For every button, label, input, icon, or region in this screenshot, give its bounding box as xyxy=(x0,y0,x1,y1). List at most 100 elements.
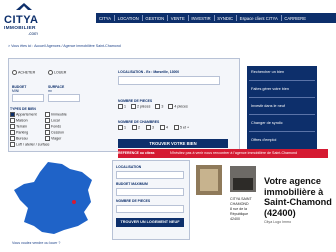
budget-min-label: MINI xyxy=(12,89,20,93)
side-menu-divider xyxy=(249,131,315,132)
france-map[interactable] xyxy=(12,160,104,238)
checkbox-icon[interactable] xyxy=(118,125,123,130)
checkbox-icon[interactable] xyxy=(45,124,50,129)
type-local[interactable]: Local xyxy=(45,118,60,123)
checkbox-icon[interactable] xyxy=(160,125,165,130)
agency-subtitle: Citya Lugo Immo xyxy=(264,220,292,224)
room-option-label: 4 pièces xyxy=(174,104,188,109)
main-navigation: CITYA LOCATION GESTION VENTE INVESTIR SY… xyxy=(96,13,336,23)
budget-input[interactable] xyxy=(12,94,44,102)
checkbox-icon[interactable] xyxy=(10,118,15,123)
bedroom-option[interactable]: 2 xyxy=(132,125,140,130)
type-label: Cession xyxy=(51,130,64,135)
radio-icon[interactable] xyxy=(12,70,17,75)
checkbox-icon[interactable] xyxy=(131,104,136,109)
logo-suffix: .com xyxy=(28,31,38,36)
side-menu-divider xyxy=(249,114,315,115)
room-option-label: 3 xyxy=(161,104,164,109)
side-menu-search[interactable]: Rechercher un bien xyxy=(251,70,284,74)
agency-photo xyxy=(196,165,222,195)
type-label: Viager xyxy=(51,136,62,141)
new-rooms-label: NOMBRE DE PIECES xyxy=(116,199,151,203)
nav-syndic[interactable]: SYNDIC xyxy=(214,16,236,21)
type-terrain[interactable]: Terrain xyxy=(10,124,27,129)
checkbox-icon[interactable] xyxy=(45,130,50,135)
type-parking[interactable]: Parking xyxy=(10,130,28,135)
surface-input[interactable] xyxy=(48,94,80,102)
nav-citya[interactable]: CITYA xyxy=(96,16,114,21)
side-menu-jobs[interactable]: Offres d'emploi xyxy=(251,138,276,142)
bedroom-option[interactable]: 3 xyxy=(146,125,154,130)
type-label: Appartement xyxy=(16,112,37,117)
bedroom-option[interactable]: 1 xyxy=(118,125,126,130)
type-bureau[interactable]: Bureau xyxy=(10,136,28,141)
checkbox-icon[interactable] xyxy=(10,130,15,135)
type-loft[interactable]: Loft / atelier / surface xyxy=(10,142,50,147)
address-line: 42400 xyxy=(230,217,240,221)
room-option-label: 2 pièces xyxy=(137,104,151,109)
bedroom-option[interactable]: 4 xyxy=(160,125,168,130)
nav-espace-client[interactable]: Espace client CITYA xyxy=(237,16,281,21)
checkbox-icon[interactable] xyxy=(45,118,50,123)
checkbox-icon[interactable] xyxy=(10,136,15,141)
type-maison[interactable]: Maison xyxy=(10,118,28,123)
bedroom-option-label: 2 xyxy=(138,125,140,130)
rooms-options: 1 2 pièces 3 4 pièces xyxy=(118,104,188,109)
checkbox-icon[interactable] xyxy=(155,104,161,109)
radio-icon[interactable] xyxy=(48,70,53,75)
nav-location[interactable]: LOCATION xyxy=(115,16,142,21)
radio-rent[interactable]: LOUER xyxy=(48,70,66,75)
type-viager[interactable]: Viager xyxy=(45,136,61,141)
agency-storefront-photo xyxy=(230,166,256,192)
agency-photo-window xyxy=(200,169,218,191)
type-appartement[interactable]: Appartement xyxy=(10,112,37,117)
citya-logo[interactable]: CITYA IMMOBILIER .com xyxy=(4,2,44,37)
location-input[interactable] xyxy=(118,76,220,85)
side-menu-divider xyxy=(249,80,315,81)
bedroom-option-label: 3 xyxy=(152,125,154,130)
checkbox-icon[interactable] xyxy=(174,125,179,130)
nav-carriere[interactable]: CARRIERE xyxy=(281,16,309,21)
checkbox-icon[interactable] xyxy=(45,136,50,141)
storefront-door xyxy=(233,178,253,190)
room-option[interactable]: 1 xyxy=(118,104,126,109)
bedroom-option[interactable]: 5 et + xyxy=(174,125,189,130)
nav-gestion[interactable]: GESTION xyxy=(142,16,167,21)
checkbox-icon[interactable] xyxy=(168,104,174,109)
radio-buy[interactable]: ACHETER xyxy=(12,70,35,75)
checkbox-icon[interactable] xyxy=(10,142,15,147)
checkbox-checked-icon[interactable] xyxy=(10,112,15,117)
checkbox-icon[interactable] xyxy=(10,124,15,129)
checkbox-icon[interactable] xyxy=(45,112,50,117)
find-new-housing-button[interactable]: TROUVER UN LOGEMENT NEUF xyxy=(116,218,184,227)
checkbox-icon[interactable] xyxy=(118,104,123,109)
new-budget-label: BUDGET MAXIMUM xyxy=(116,182,148,186)
room-option-label: 1 xyxy=(124,104,126,109)
type-cession[interactable]: Cession xyxy=(45,130,64,135)
sell-or-rent-link[interactable]: Vous voulez vendre ou louer ? xyxy=(12,241,60,245)
agency-title-line: Saint-Chamond xyxy=(264,197,332,207)
room-option[interactable]: 3 xyxy=(155,104,163,109)
checkbox-icon[interactable] xyxy=(132,125,137,130)
nav-investir[interactable]: INVESTIR xyxy=(188,16,213,21)
side-menu-syndic[interactable]: Changer de syndic xyxy=(251,121,283,125)
new-location-input[interactable] xyxy=(116,171,184,179)
room-option[interactable]: 2 pièces xyxy=(131,104,150,109)
find-property-button[interactable]: TROUVER VOTRE BIEN xyxy=(118,139,228,148)
type-immeuble[interactable]: Immeuble xyxy=(45,112,67,117)
bedrooms-options: 1 2 3 4 5 et + xyxy=(118,125,189,130)
radio-buy-label: ACHETER xyxy=(18,70,36,75)
new-budget-input[interactable] xyxy=(116,188,184,196)
side-menu-invest[interactable]: Investir dans le neuf xyxy=(251,104,285,108)
breadcrumb[interactable]: > Vous êtes ici : Accueil Agences / Agen… xyxy=(8,44,121,48)
checkbox-icon[interactable] xyxy=(146,125,151,130)
bedroom-option-label: 5 et + xyxy=(180,125,190,130)
type-fonds[interactable]: Fonds xyxy=(45,124,61,129)
alert-text: N'hésitez pas à venir nous rencontrer à … xyxy=(170,151,298,155)
nav-vente[interactable]: VENTE xyxy=(168,16,188,21)
side-menu-manage[interactable]: Faites gérer votre bien xyxy=(251,87,289,91)
new-rooms-input[interactable] xyxy=(116,205,184,213)
type-label: Fonds xyxy=(51,124,61,129)
room-option[interactable]: 4 pièces xyxy=(168,104,188,109)
bedrooms-label: NOMBRE DE CHAMBRES xyxy=(118,120,160,124)
